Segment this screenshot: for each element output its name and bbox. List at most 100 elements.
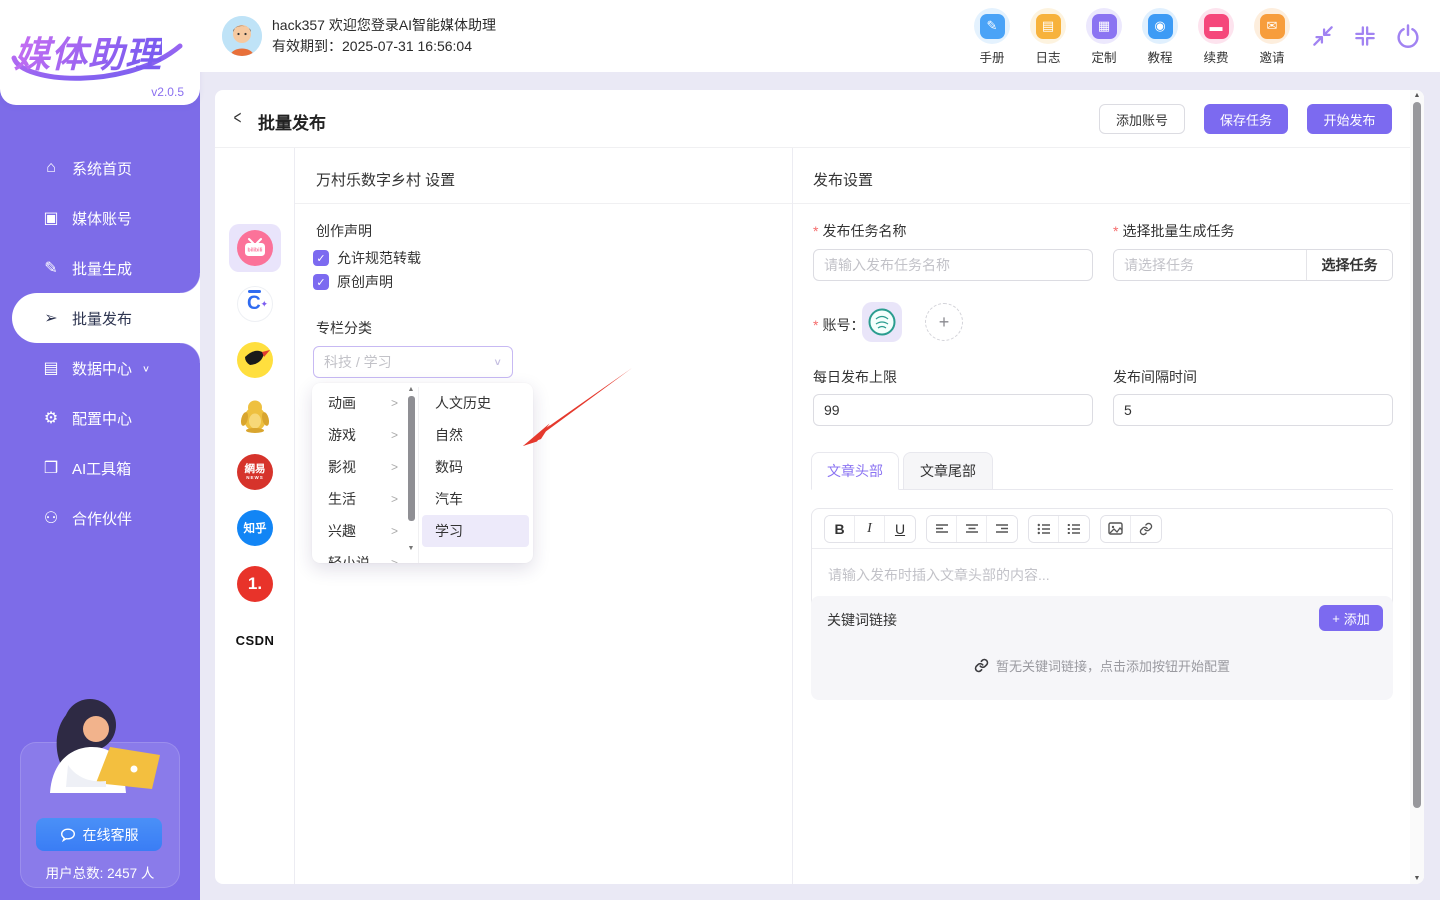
platform-sohu[interactable] — [237, 342, 273, 378]
chevron-right-icon: > — [391, 556, 398, 563]
dropdown-item-humanities-history[interactable]: 人文历史 — [419, 387, 533, 419]
tab-article-footer[interactable]: 文章尾部 — [903, 452, 993, 490]
required-mark: * — [813, 223, 818, 239]
statement-label: 创作声明 — [316, 221, 372, 241]
numbered-list-button[interactable] — [1059, 516, 1089, 542]
scrollbar-thumb[interactable] — [1413, 102, 1421, 808]
page-title: 批量发布 — [258, 109, 326, 134]
platform-zhihu[interactable]: 知乎 — [237, 510, 273, 546]
bullet-list-button[interactable] — [1029, 516, 1059, 542]
platform-yidian[interactable]: 1. — [237, 566, 273, 602]
add-account-button[interactable]: 添加账号 — [1099, 104, 1185, 134]
chevron-down-icon: ∨ — [493, 356, 502, 367]
insert-image-button[interactable] — [1101, 516, 1131, 542]
dropdown-item-light-novel[interactable]: 轻小说 > — [312, 547, 404, 563]
task-name-input[interactable] — [813, 249, 1093, 281]
editor-placeholder[interactable]: 请输入发布时插入文章头部的内容... — [828, 565, 1050, 585]
scroll-down-icon[interactable]: ▼ — [404, 545, 418, 552]
dropdown-item-nature[interactable]: 自然 — [419, 419, 533, 451]
sidebar-item-batch-generate[interactable]: ✎ 批量生成 — [0, 243, 200, 293]
category-select[interactable]: 科技 / 学习 ∨ — [313, 346, 513, 378]
dropdown-item-life[interactable]: 生活 > — [312, 483, 404, 515]
sidebar-item-ai-toolbox[interactable]: ❒ AI工具箱 — [0, 443, 200, 493]
sidebar-item-home[interactable]: ⌂ 系统首页 — [0, 143, 200, 193]
sidebar: 媒体助理 v2.0.5 ⌂ 系统首页 ▣ 媒体账号 ✎ 批量生成 ➢ 批量发布 … — [0, 0, 200, 900]
checkbox-allow-repost[interactable]: ✓ 允许规范转载 — [313, 248, 421, 268]
platform-penguin[interactable] — [237, 398, 273, 434]
task-select-group: 选择任务 — [1113, 249, 1393, 281]
start-publish-button[interactable]: 开始发布 — [1307, 104, 1392, 134]
choose-task-button[interactable]: 选择任务 — [1306, 250, 1392, 280]
sidebar-item-media-accounts[interactable]: ▣ 媒体账号 — [0, 193, 200, 243]
category-label: 专栏分类 — [316, 318, 372, 338]
scroll-down-icon[interactable]: ▼ — [1410, 875, 1424, 882]
add-keyword-button[interactable]: + 添加 — [1319, 605, 1383, 631]
dropdown-item-anime[interactable]: 动画 > — [312, 387, 404, 419]
power-button[interactable] — [1394, 22, 1422, 50]
dropdown-scrollbar[interactable]: ▲ ▼ — [404, 383, 418, 563]
dropdown-item-cars[interactable]: 汽车 — [419, 483, 533, 515]
link-icon — [974, 658, 989, 673]
publish-settings-panel: 发布设置 *发布任务名称 *选择批量生成任务 选择任务 *账号： — [793, 148, 1410, 884]
renew-icon: ▬ — [1204, 14, 1229, 39]
platform-c-site[interactable]: C ✦ — [237, 286, 273, 322]
align-right-button[interactable] — [987, 516, 1017, 542]
bold-button[interactable]: B — [825, 516, 855, 542]
quick-action-invite[interactable]: ✉ 邀请 — [1244, 8, 1300, 66]
platform-csdn[interactable]: CSDN — [237, 622, 273, 658]
sidebar-item-partners[interactable]: ⚇ 合作伙伴 — [0, 493, 200, 543]
sidebar-item-data-center[interactable]: ▤ 数据中心 ∨ — [0, 343, 200, 393]
online-service-button[interactable]: 在线客服 — [36, 818, 162, 851]
quick-action-log[interactable]: ▤ 日志 — [1020, 8, 1076, 66]
quick-action-renew[interactable]: ▬ 续费 — [1188, 8, 1244, 66]
interval-input[interactable] — [1113, 394, 1393, 426]
avatar-face-icon — [222, 16, 262, 56]
dropdown-item-film[interactable]: 影视 > — [312, 451, 404, 483]
back-button[interactable]: < — [234, 108, 242, 130]
quick-action-tutorial[interactable]: ◉ 教程 — [1132, 8, 1188, 66]
toolbox-icon: ❒ — [40, 458, 62, 478]
dropdown-item-study-selected[interactable]: 学习 — [422, 515, 529, 547]
task-select-input[interactable] — [1114, 250, 1306, 280]
dropdown-item-games[interactable]: 游戏 > — [312, 419, 404, 451]
dropdown-scrollbar-thumb[interactable] — [408, 396, 415, 521]
scroll-up-icon[interactable]: ▲ — [1410, 92, 1424, 99]
logo-text: 媒体助理 — [14, 26, 162, 78]
account-avatar[interactable] — [862, 302, 902, 342]
daily-limit-input[interactable] — [813, 394, 1093, 426]
settings-panel-title: 万村乐数字乡村 设置 — [316, 169, 455, 190]
dropdown-parent-column: 动画 > 游戏 > 影视 > 生活 > 兴趣 > 轻小说 > — [312, 387, 404, 563]
collapse-corners-icon[interactable] — [1352, 23, 1378, 49]
quick-action-custom[interactable]: ▦ 定制 — [1076, 8, 1132, 66]
add-account-avatar-button[interactable]: + — [925, 303, 963, 341]
app-version: v2.0.5 — [151, 85, 184, 99]
user-avatar[interactable] — [222, 16, 262, 56]
dropdown-item-interest[interactable]: 兴趣 > — [312, 515, 404, 547]
dropdown-item-digital[interactable]: 数码 — [419, 451, 533, 483]
sidebar-item-batch-publish[interactable]: ➢ 批量发布 — [12, 293, 200, 343]
link-icon — [1139, 522, 1153, 536]
image-icon — [1108, 522, 1123, 535]
zhihu-icon: 知乎 — [237, 510, 273, 546]
penguin-icon — [237, 398, 273, 434]
align-left-button[interactable] — [927, 516, 957, 542]
checkbox-original-statement[interactable]: ✓ 原创声明 — [313, 272, 393, 292]
page-header: < 批量发布 添加账号 保存任务 开始发布 — [215, 90, 1424, 148]
compress-arrows-icon[interactable] — [1310, 23, 1336, 49]
gear-icon: ⚙ — [40, 408, 62, 428]
total-users-text: 用户总数: 2457 人 — [10, 862, 190, 882]
tab-article-header[interactable]: 文章头部 — [811, 452, 899, 490]
underline-button[interactable]: U — [885, 516, 915, 542]
main-scrollbar[interactable]: ▲ ▼ — [1410, 90, 1424, 884]
interval-label: 发布间隔时间 — [1113, 367, 1197, 387]
platform-netease[interactable]: 網易 NEWS — [237, 454, 273, 490]
quick-action-manual[interactable]: ✎ 手册 — [964, 8, 1020, 66]
insert-link-button[interactable] — [1131, 516, 1161, 542]
chevron-right-icon: > — [391, 460, 398, 474]
scroll-up-icon[interactable]: ▲ — [404, 386, 418, 393]
align-center-button[interactable] — [957, 516, 987, 542]
platform-bilibili[interactable]: bilibili — [237, 230, 273, 266]
sidebar-item-config-center[interactable]: ⚙ 配置中心 — [0, 393, 200, 443]
italic-button[interactable]: I — [855, 516, 885, 542]
save-task-button[interactable]: 保存任务 — [1204, 104, 1288, 134]
